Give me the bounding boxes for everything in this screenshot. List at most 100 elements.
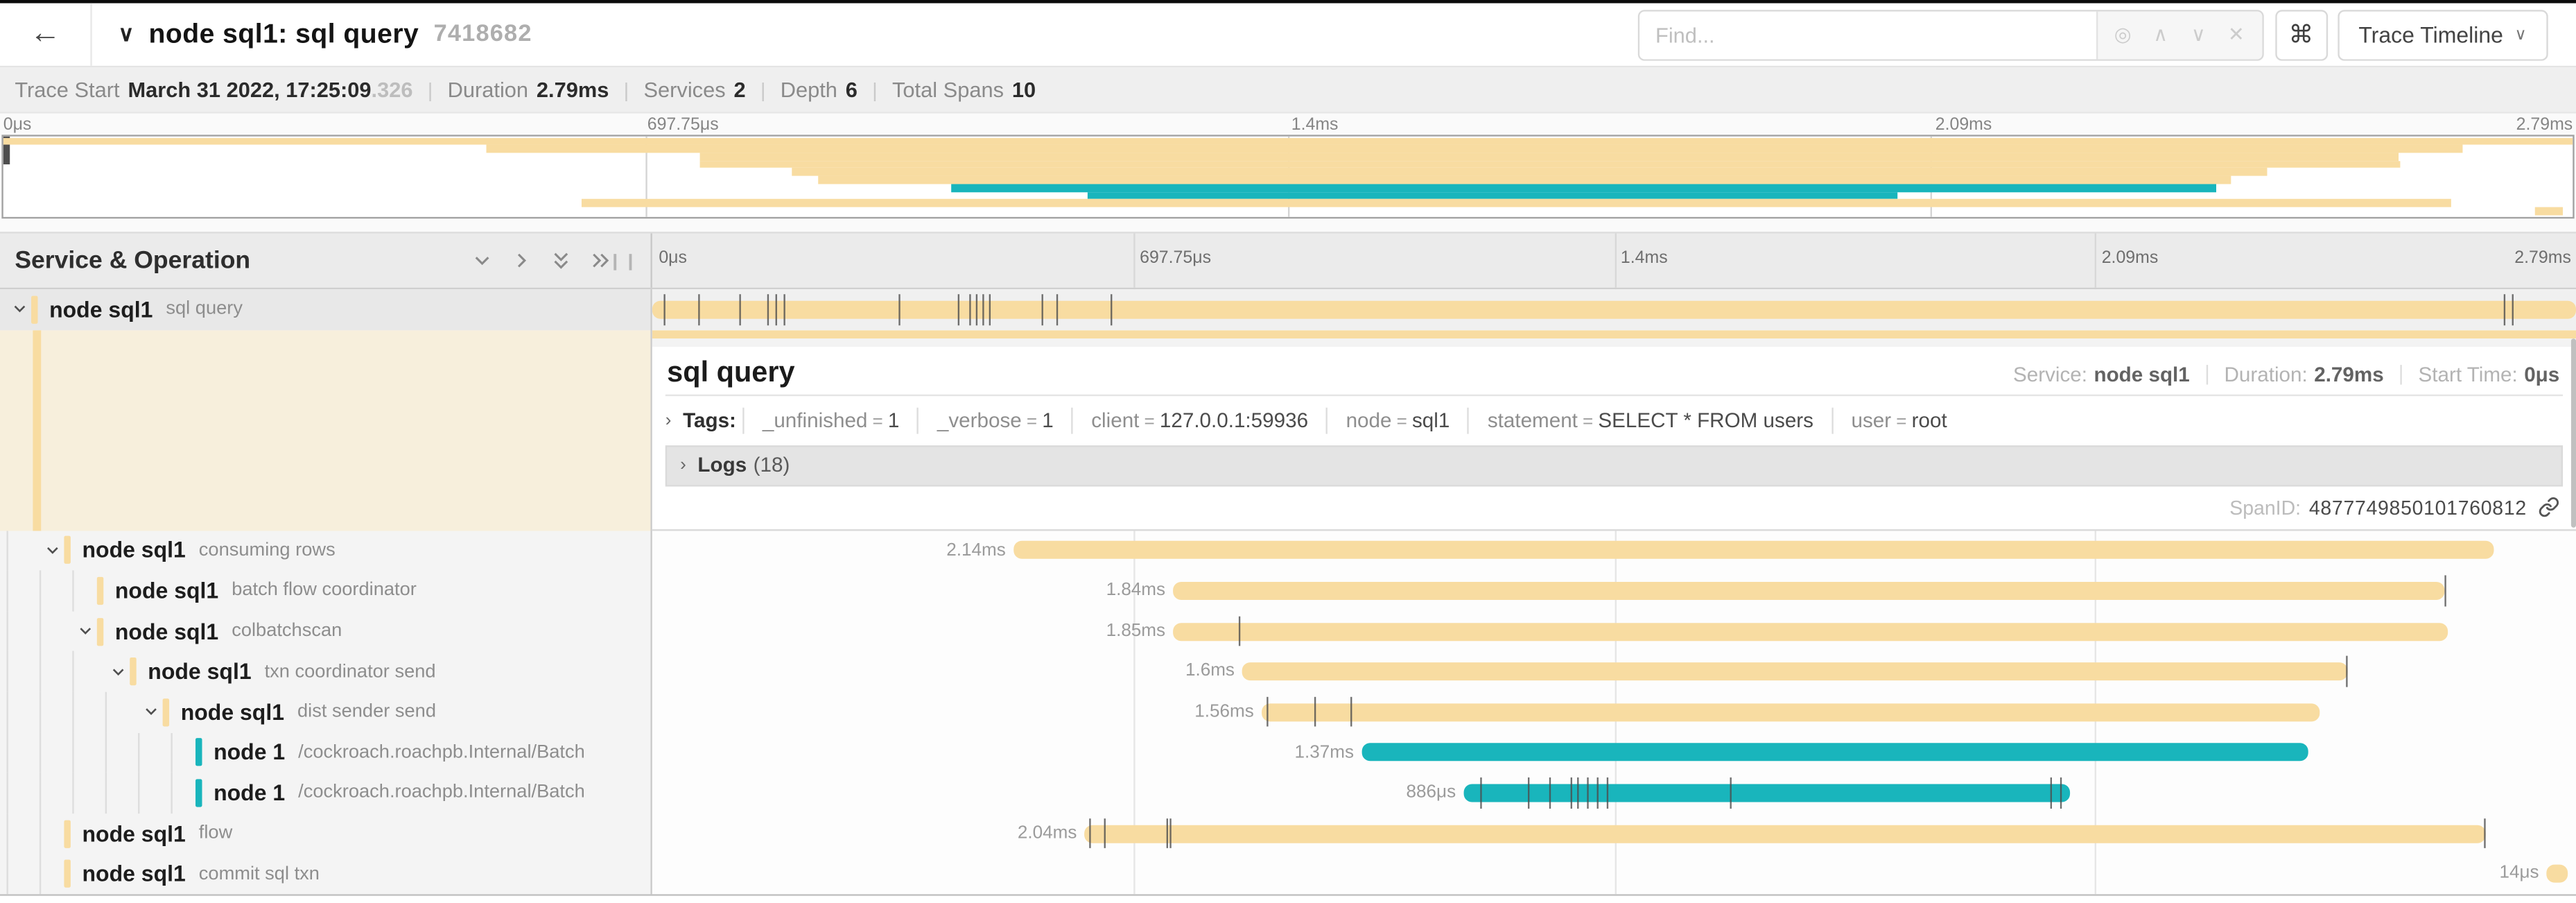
spanid-label: SpanID: <box>2229 496 2301 519</box>
detail-meta-separator <box>2400 364 2401 384</box>
trace-meta-label: Depth <box>781 77 837 102</box>
span-expand-chevron-icon[interactable] <box>72 623 97 639</box>
service-operation-title: Service & Operation <box>15 246 250 274</box>
span-log-marker <box>2444 576 2446 606</box>
span-service-name: node sql1 <box>115 578 218 603</box>
page-title: node sql1: sql query <box>149 19 419 50</box>
span-bar[interactable] <box>1174 622 2447 640</box>
tree-indent-guide <box>40 732 41 773</box>
meta-separator: | <box>872 78 877 101</box>
span-operation-name: commit sql txn <box>199 864 320 884</box>
span-color-chip <box>130 657 136 685</box>
span-tree-row[interactable]: node sql1dist sender send <box>0 692 650 732</box>
meta-separator: | <box>624 78 629 101</box>
logs-toggle-row[interactable]: ›Logs(18) <box>665 445 2563 485</box>
span-color-chip <box>97 617 103 645</box>
span-tree-row[interactable]: node 1/cockroach.roachpb.Internal/Batch <box>0 773 650 813</box>
span-expand-chevron-icon[interactable] <box>138 704 163 721</box>
span-bar[interactable] <box>1014 542 2494 560</box>
span-expand-chevron-icon[interactable] <box>40 542 64 559</box>
tag-item: client=127.0.0.1:59936 <box>1072 407 1326 433</box>
trace-meta-fraction: .326 <box>372 77 413 102</box>
tree-indent-guide <box>72 773 73 813</box>
span-bar[interactable] <box>652 300 2576 318</box>
span-operation-name: consuming rows <box>199 540 336 560</box>
span-color-chip <box>163 698 169 726</box>
span-bars-panel: sql queryService:node sql1Duration:2.79m… <box>652 289 2576 894</box>
trace-id: 7418682 <box>434 22 532 48</box>
span-bar-row[interactable]: 1.37ms <box>652 732 2576 773</box>
trace-title-group: ∨ node sql1: sql query 7418682 <box>119 19 532 50</box>
back-arrow-icon: ← <box>30 17 61 53</box>
trace-meta-bar: Trace StartMarch 31 2022, 17:25:09.326|D… <box>0 67 2576 113</box>
panel-resize-grip[interactable]: ❙❙ <box>608 253 638 271</box>
span-bar[interactable] <box>1174 582 2445 600</box>
span-bar-row[interactable] <box>652 289 2576 329</box>
clear-find-icon[interactable]: ✕ <box>2218 23 2256 46</box>
span-bar-row[interactable]: 14μs <box>652 854 2576 894</box>
span-duration-label: 1.85ms <box>1106 611 1166 651</box>
span-bar-row[interactable]: 1.56ms <box>652 692 2576 732</box>
logs-expand-icon: › <box>680 456 686 475</box>
minimap-tick-label: 0μs <box>3 115 32 135</box>
span-bar-row[interactable]: 1.6ms <box>652 651 2576 691</box>
ruler-tick-label: 1.4ms <box>1621 248 1668 268</box>
next-match-icon[interactable]: ∨ <box>2179 23 2218 46</box>
minimap-ticks: 0μs697.75μs1.4ms2.09ms2.79ms <box>0 114 2576 135</box>
minimap-span-band <box>487 145 2462 153</box>
tags-toggle-row[interactable]: ›Tags:_unfinished=1_verbose=1client=127.… <box>665 407 2563 433</box>
back-button[interactable]: ← <box>0 3 92 66</box>
collapse-all-icon[interactable] <box>550 250 572 271</box>
span-expand-chevron-icon[interactable] <box>105 664 130 680</box>
find-input[interactable] <box>1639 10 2096 58</box>
span-log-marker <box>2051 777 2052 808</box>
span-log-marker <box>989 294 990 325</box>
span-tree-row[interactable]: node 1/cockroach.roachpb.Internal/Batch <box>0 732 650 773</box>
span-bar-row[interactable]: 2.14ms <box>652 531 2576 571</box>
span-log-marker <box>2512 294 2514 325</box>
span-tree-row[interactable]: node sql1flow <box>0 814 650 854</box>
span-bar[interactable] <box>1464 784 2070 802</box>
copy-link-icon[interactable] <box>2538 497 2559 518</box>
span-expand-chevron-icon[interactable] <box>6 301 31 318</box>
detail-meta-label: Start Time: <box>2418 363 2517 386</box>
tag-item: user=root <box>1831 407 1965 433</box>
span-bar[interactable] <box>1085 825 2485 843</box>
collapse-one-icon[interactable] <box>471 250 493 271</box>
keyboard-shortcuts-button[interactable]: ⌘ <box>2274 9 2327 60</box>
span-bar[interactable] <box>1262 703 2320 721</box>
tree-indent-guide <box>6 651 8 691</box>
collapse-trace-icon[interactable]: ∨ <box>119 22 134 48</box>
span-log-marker <box>1578 777 1579 808</box>
expand-one-icon[interactable] <box>511 250 532 271</box>
span-color-chip <box>64 860 70 888</box>
scrollbar-thumb[interactable] <box>2570 338 2576 528</box>
minimap-canvas[interactable] <box>1 135 2574 218</box>
span-duration-label: 1.37ms <box>1295 732 1355 773</box>
span-tree-row[interactable]: node sql1batch flow coordinator <box>0 571 650 611</box>
span-tree-row[interactable]: node sql1consuming rows <box>0 531 650 571</box>
span-bar[interactable] <box>2547 865 2568 883</box>
ruler-tick-label: 0μs <box>659 248 687 268</box>
span-bar-row[interactable]: 886μs <box>652 773 2576 813</box>
span-service-name: node 1 <box>214 740 285 765</box>
ruler-gridline <box>1133 234 1135 288</box>
tree-indent-guide <box>72 732 73 773</box>
span-bar[interactable] <box>1362 743 2308 762</box>
span-duration-label: 1.84ms <box>1106 571 1166 611</box>
tag-key: _unfinished <box>763 409 868 431</box>
span-log-marker <box>1266 697 1267 728</box>
ruler-gridline <box>2095 234 2096 288</box>
span-bar-row[interactable]: 2.04ms <box>652 814 2576 854</box>
span-tree-row[interactable]: node sql1sql query <box>0 289 650 329</box>
span-duration-label: 14μs <box>2499 854 2539 894</box>
span-bar-row[interactable]: 1.84ms <box>652 571 2576 611</box>
span-tree-row[interactable]: node sql1txn coordinator send <box>0 651 650 691</box>
span-bar-row[interactable]: 1.85ms <box>652 611 2576 651</box>
prev-match-icon[interactable]: ∧ <box>2141 23 2179 46</box>
span-tree-row[interactable]: node sql1colbatchscan <box>0 611 650 651</box>
trace-view-dropdown[interactable]: Trace Timeline ∨ <box>2338 9 2548 60</box>
span-bar[interactable] <box>1243 662 2347 680</box>
span-tree-row[interactable]: node sql1commit sql txn <box>0 854 650 894</box>
locate-icon[interactable]: ◎ <box>2104 23 2142 46</box>
